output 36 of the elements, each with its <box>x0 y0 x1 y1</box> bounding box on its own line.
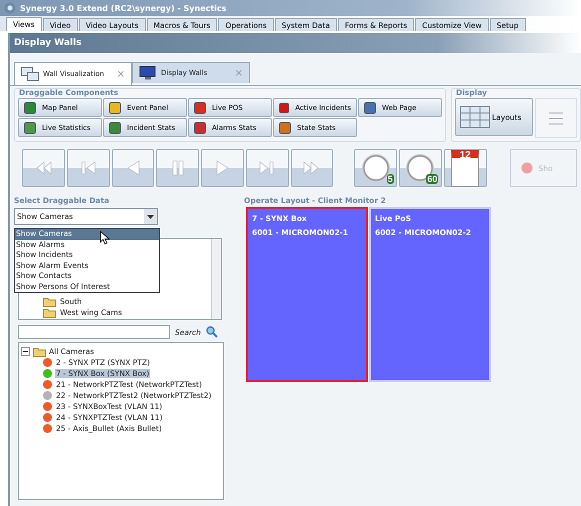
list-button[interactable] <box>535 98 577 138</box>
transport-button[interactable] <box>201 149 244 187</box>
folder-icon <box>43 296 56 306</box>
numbered-list-icon <box>549 112 563 124</box>
clock-button[interactable]: 60 <box>399 149 442 187</box>
component-icon <box>279 102 290 114</box>
transport-button[interactable] <box>290 149 334 187</box>
component-icon <box>194 122 206 134</box>
calendar-icon: 12 <box>451 150 480 186</box>
folder-icon <box>43 308 56 318</box>
component-icon <box>364 102 376 114</box>
dot-icon <box>520 162 533 174</box>
component-icon <box>194 102 206 114</box>
caret-icon <box>147 214 154 218</box>
component-icon <box>24 122 36 134</box>
mouse-pointer-icon <box>100 231 110 245</box>
search-field[interactable] <box>18 325 170 339</box>
transport-button[interactable] <box>66 149 110 187</box>
scrollbar[interactable] <box>211 239 221 319</box>
component-icon <box>279 122 291 134</box>
component-icon <box>109 122 121 134</box>
app-logo-icon <box>4 2 16 14</box>
component-icon <box>24 102 36 114</box>
folder-icon <box>33 346 46 356</box>
search-icon[interactable] <box>206 326 218 338</box>
schedule-button[interactable]: 12 <box>444 149 487 187</box>
transport-button[interactable] <box>112 149 154 187</box>
page-title: Display Walls <box>14 38 82 48</box>
monitor-icon <box>139 66 157 80</box>
transport-button[interactable] <box>22 149 65 187</box>
clock-button[interactable]: 5 <box>354 149 398 187</box>
component-icon <box>109 102 121 114</box>
transport-button[interactable] <box>156 149 199 187</box>
window-title: Synergy 3.0 Extend (RC2\synergy) - Synectics <box>20 4 226 12</box>
transport-button[interactable] <box>246 149 288 187</box>
collapse-icon[interactable] <box>21 347 30 356</box>
